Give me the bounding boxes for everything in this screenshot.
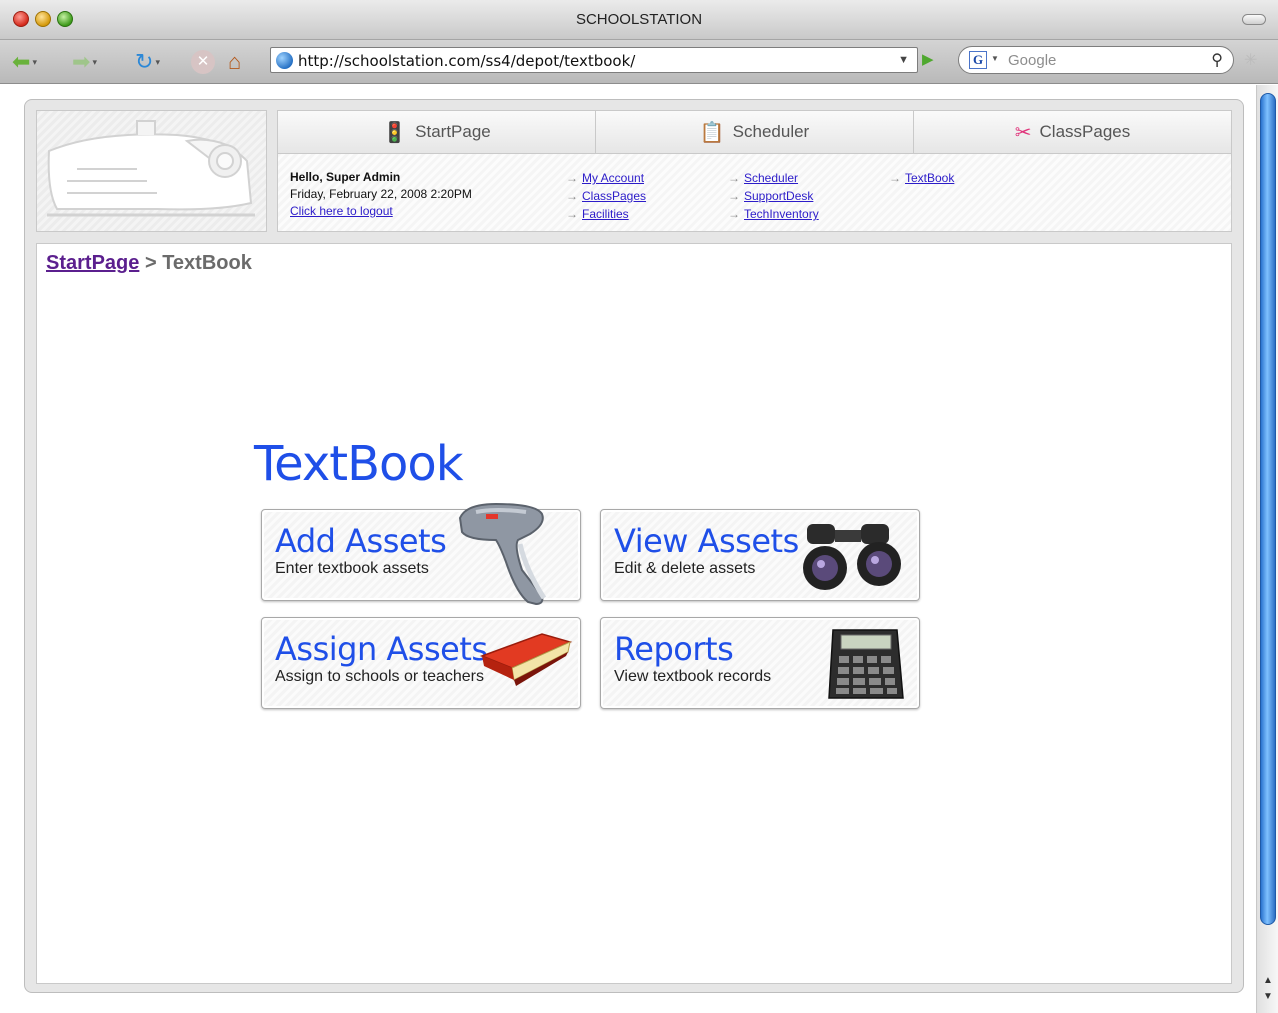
page-title: TextBook <box>254 436 464 492</box>
url-history-dropdown[interactable]: ▼ <box>898 54 909 66</box>
link-my-account[interactable]: My Account <box>582 171 644 185</box>
scroll-up-arrow-icon[interactable]: ▲ <box>1263 975 1273 986</box>
navigation-panel: 🚦 StartPage 📋 Scheduler ✂ ClassPages Hel… <box>277 110 1232 232</box>
link-techinventory[interactable]: TechInventory <box>744 207 819 221</box>
card-subtitle: Enter textbook assets <box>275 560 429 577</box>
link-facilities[interactable]: Facilities <box>582 207 629 221</box>
search-icon[interactable]: ⚲ <box>1211 50 1223 70</box>
add-assets-button[interactable]: Add Assets Enter textbook assets <box>261 502 581 606</box>
browser-window: SCHOOLSTATION ⬅ ▾ ➡ ▾ ↻ ▾ ✕ ⌂ http://school… <box>0 0 1278 1013</box>
activity-spinner-icon: ✳ <box>1244 52 1258 69</box>
scrollbar-thumb[interactable] <box>1260 93 1276 925</box>
user-info: Hello, Super Admin Friday, February 22, … <box>290 169 472 220</box>
arrow-right-icon: → <box>728 189 740 203</box>
home-icon: ⌂ <box>228 49 242 74</box>
main-tabs: 🚦 StartPage 📋 Scheduler ✂ ClassPages <box>278 111 1231 154</box>
current-datetime: Friday, February 22, 2008 2:20PM <box>290 187 472 201</box>
train-logo-icon <box>47 120 255 217</box>
chevron-down-icon: ▾ <box>155 56 160 67</box>
barcode-scanner-icon <box>458 502 547 606</box>
title-bar: SCHOOLSTATION <box>0 0 1278 40</box>
arrow-right-icon: → <box>566 207 578 221</box>
tab-label: ClassPages <box>1039 122 1131 141</box>
back-arrow-icon: ⬅ <box>12 49 31 74</box>
link-supportdesk[interactable]: SupportDesk <box>744 189 813 203</box>
quick-links-column-3: → TextBook <box>889 169 954 187</box>
arrow-right-icon: → <box>728 171 740 185</box>
arrow-right-icon: → <box>728 207 740 221</box>
card-subtitle: Edit & delete assets <box>614 560 756 577</box>
main-content: StartPage > TextBook TextBook Add Assets… <box>36 243 1232 984</box>
card-title: Assign Assets <box>275 630 488 668</box>
globe-icon <box>276 52 293 69</box>
user-greeting: Hello, Super Admin <box>290 170 401 184</box>
arrow-right-icon: → <box>566 171 578 185</box>
schoolstation-logo[interactable] <box>36 110 267 232</box>
tab-startpage[interactable]: 🚦 StartPage <box>278 111 596 153</box>
tab-label: StartPage <box>415 122 491 141</box>
link-textbook[interactable]: TextBook <box>905 171 954 185</box>
calculator-icon <box>828 629 904 699</box>
page-viewport: 🚦 StartPage 📋 Scheduler ✂ ClassPages Hel… <box>0 85 1256 1013</box>
binoculars-icon <box>803 524 901 590</box>
go-button[interactable]: ▶ <box>922 50 934 68</box>
tab-scheduler[interactable]: 📋 Scheduler <box>596 111 914 153</box>
red-book-icon <box>479 633 573 686</box>
traffic-light-icon: 🚦 <box>382 121 408 144</box>
assign-assets-button[interactable]: Assign Assets Assign to schools or teach… <box>261 617 581 709</box>
search-placeholder: Google <box>1008 52 1057 69</box>
clipboard-icon: 📋 <box>699 121 725 144</box>
tab-classpages[interactable]: ✂ ClassPages <box>914 111 1231 153</box>
stop-icon: ✕ <box>191 50 215 74</box>
scissors-icon: ✂ <box>1014 121 1032 144</box>
link-scheduler[interactable]: Scheduler <box>744 171 798 185</box>
back-button[interactable]: ⬅ ▾ <box>12 48 37 76</box>
arrow-right-icon: → <box>889 171 901 185</box>
logout-link[interactable]: Click here to logout <box>290 204 393 218</box>
chevron-down-icon: ▾ <box>32 56 37 67</box>
google-icon[interactable]: G <box>969 51 987 69</box>
url-text: http://schoolstation.com/ss4/depot/textb… <box>298 52 636 70</box>
card-title: View Assets <box>614 522 799 560</box>
card-subtitle: View textbook records <box>614 668 772 685</box>
stop-button[interactable]: ✕ <box>190 48 216 76</box>
card-subtitle: Assign to schools or teachers <box>275 668 484 685</box>
toolbar-toggle-button[interactable] <box>1242 14 1266 25</box>
forward-button[interactable]: ➡ ▾ <box>72 48 97 76</box>
search-input[interactable]: G ▼ Google ⚲ <box>958 46 1234 74</box>
breadcrumb-startpage-link[interactable]: StartPage <box>46 252 139 274</box>
app-frame: 🚦 StartPage 📋 Scheduler ✂ ClassPages Hel… <box>24 99 1244 993</box>
quick-links-column-1: → My Account → ClassPages → Facilities <box>566 169 646 223</box>
forward-arrow-icon: ➡ <box>72 49 91 74</box>
quick-links-column-2: → Scheduler → SupportDesk → TechInventory <box>728 169 819 223</box>
link-classpages[interactable]: ClassPages <box>582 189 646 203</box>
reload-button[interactable]: ↻ ▾ <box>135 48 160 76</box>
vertical-scrollbar[interactable]: ▲ ▼ <box>1256 85 1278 1013</box>
view-assets-button[interactable]: View Assets Edit & delete assets <box>600 509 920 601</box>
reload-icon: ↻ <box>135 49 154 74</box>
arrow-right-icon: → <box>566 189 578 203</box>
reports-button[interactable]: Reports View textbook records <box>600 617 920 709</box>
breadcrumb: StartPage > TextBook <box>46 252 252 275</box>
tab-label: Scheduler <box>732 122 810 141</box>
chevron-down-icon: ▾ <box>92 56 97 67</box>
breadcrumb-separator: > <box>144 252 157 274</box>
card-title: Add Assets <box>275 522 447 560</box>
breadcrumb-current: TextBook <box>162 252 252 274</box>
home-button[interactable]: ⌂ <box>228 48 241 76</box>
window-title: SCHOOLSTATION <box>575 11 703 28</box>
scroll-down-arrow-icon[interactable]: ▼ <box>1263 991 1273 1002</box>
card-title: Reports <box>614 630 734 668</box>
address-bar[interactable]: http://schoolstation.com/ss4/depot/textb… <box>270 47 918 73</box>
search-engine-dropdown[interactable]: ▼ <box>991 54 999 63</box>
